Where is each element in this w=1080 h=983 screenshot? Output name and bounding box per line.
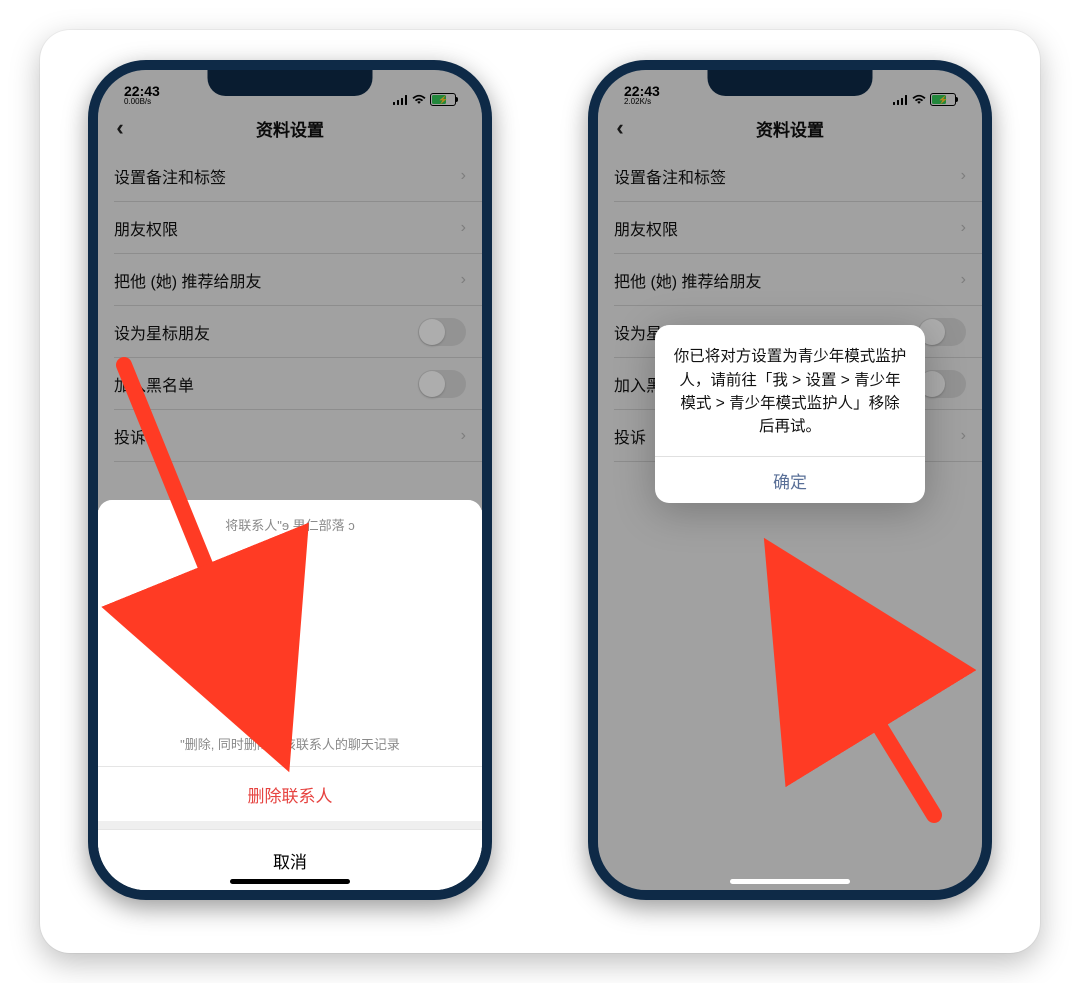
- action-sheet: 将联系人"ɘ 果仁部落 ɔ "删除, 同时删除与该联系人的聊天记录 删除联系人 …: [98, 500, 482, 890]
- dim-overlay: [98, 70, 482, 510]
- alert-dialog: 你已将对方设置为青少年模式监护人，请前往「我 > 设置 > 青少年模式 > 青少…: [655, 325, 925, 503]
- delete-contact-button[interactable]: 删除联系人: [98, 766, 482, 821]
- button-label: 取消: [273, 848, 307, 873]
- phone-mock-left: 22:43 0.00B/s ⚡ ‹ 资料设置: [88, 60, 492, 900]
- home-indicator: [230, 879, 350, 884]
- alert-ok-button[interactable]: 确定: [655, 456, 925, 503]
- sheet-message-line2: "删除, 同时删除与该联系人的聊天记录: [118, 735, 462, 756]
- phone-mock-right: 22:43 2.02K/s ⚡ ‹ 资料设置: [588, 60, 992, 900]
- button-label: 确定: [773, 468, 807, 493]
- button-label: 删除联系人: [248, 782, 333, 807]
- alert-message: 你已将对方设置为青少年模式监护人，请前往「我 > 设置 > 青少年模式 > 青少…: [655, 325, 925, 456]
- home-indicator: [730, 879, 850, 884]
- sheet-message-line1: 将联系人"ɘ 果仁部落 ɔ: [118, 516, 462, 537]
